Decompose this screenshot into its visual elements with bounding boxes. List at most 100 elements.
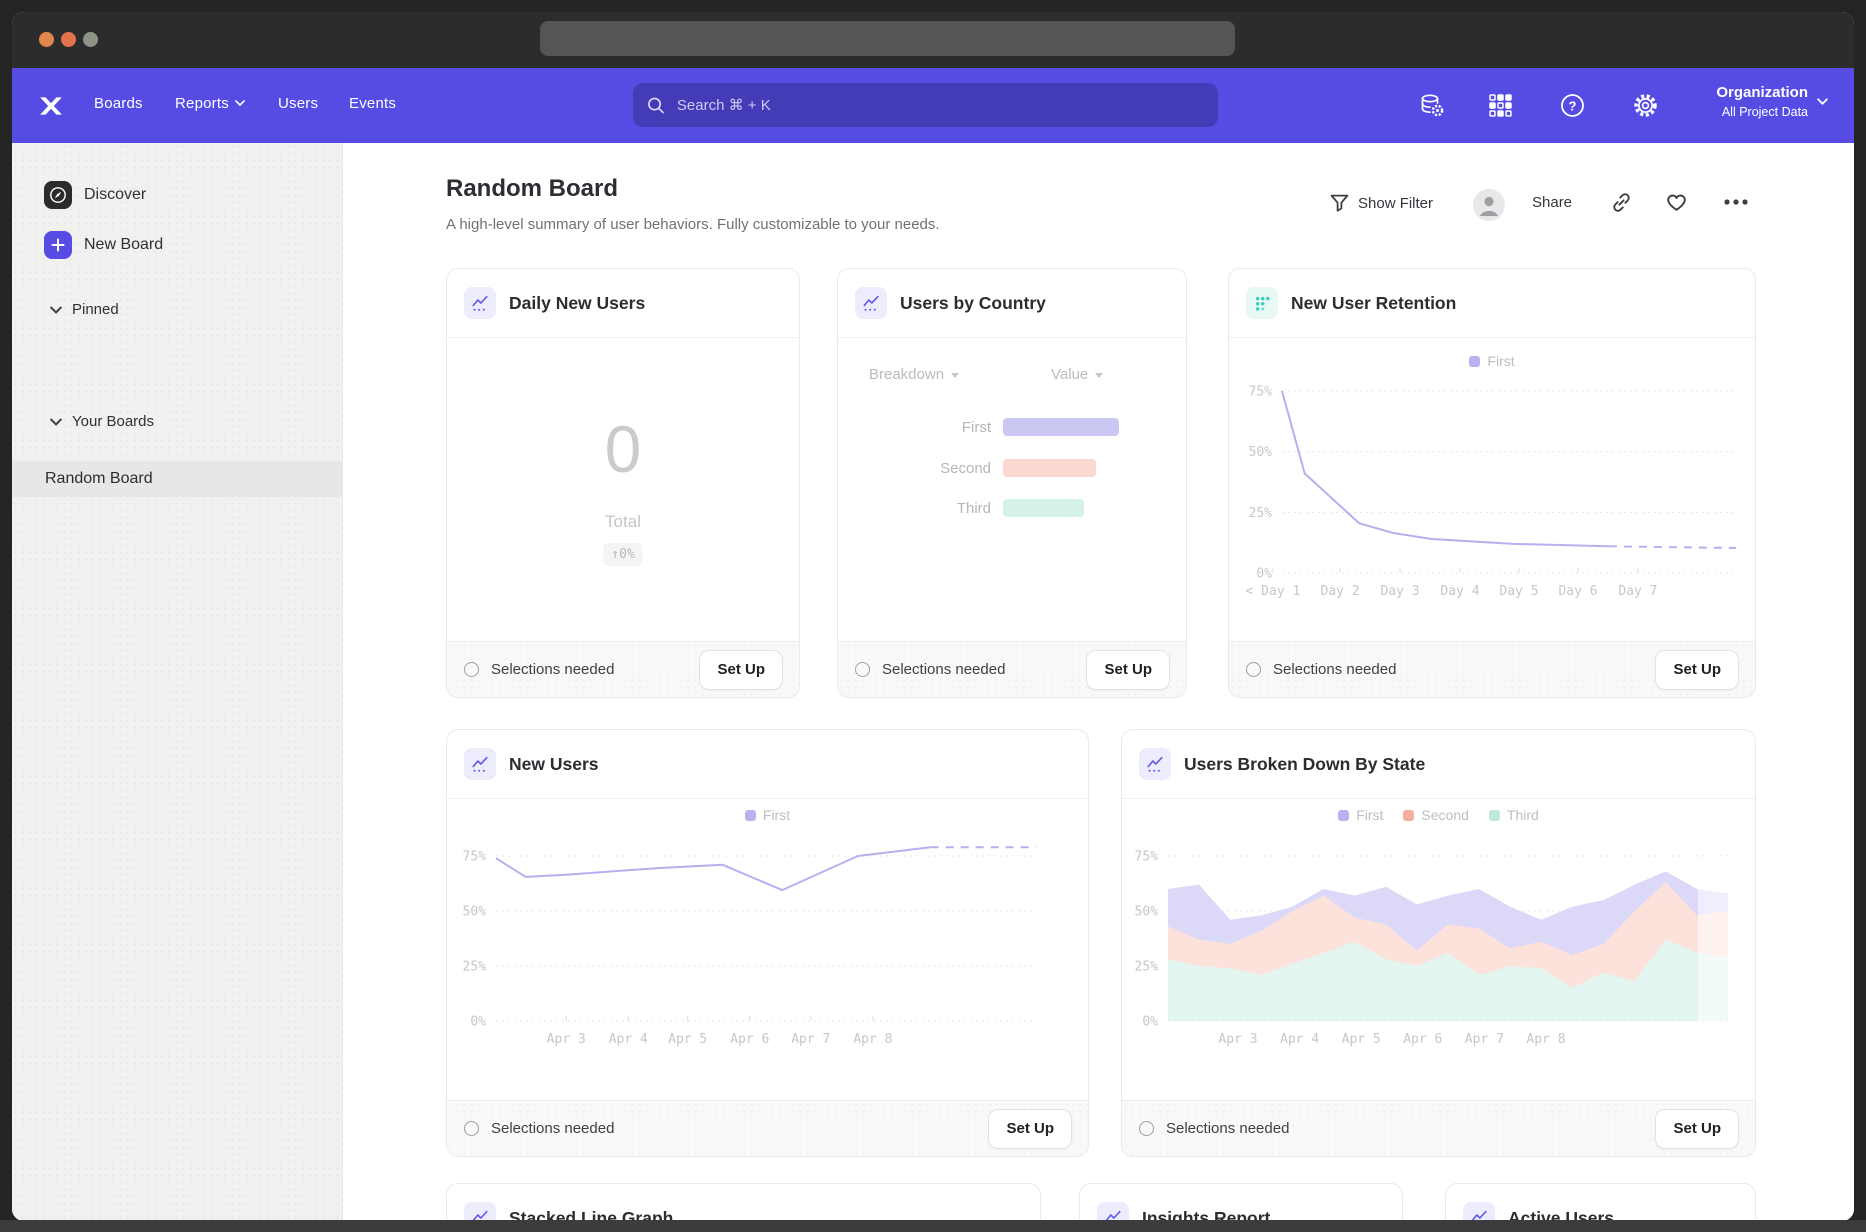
svg-text:25%: 25% [463, 960, 487, 975]
stacked-area-chart: 75%50%25%0%Apr 3Apr 4Apr 5Apr 6Apr 7Apr … [1122, 841, 1756, 1061]
svg-text:0%: 0% [1256, 567, 1272, 582]
card-users-by-state[interactable]: Users Broken Down By State First Second … [1121, 729, 1756, 1157]
svg-text:0%: 0% [1142, 1015, 1158, 1030]
chart-legend: First [447, 807, 1088, 823]
sidebar-item-discover[interactable]: Discover [12, 181, 374, 209]
compass-icon [44, 181, 72, 209]
svg-text:Day 4: Day 4 [1440, 584, 1479, 599]
set-up-button[interactable]: Set Up [1655, 650, 1739, 690]
board-canvas: Random Board A high-level summary of use… [343, 143, 1854, 1221]
card-active-users[interactable]: Active Users [1445, 1183, 1756, 1221]
svg-text:Day 2: Day 2 [1321, 584, 1360, 599]
svg-text:Day 5: Day 5 [1499, 584, 1538, 599]
line-chart-icon [1463, 1202, 1495, 1221]
svg-text:0%: 0% [470, 1015, 486, 1030]
value-dropdown[interactable]: Value [1051, 366, 1103, 383]
card-stacked-line-graph[interactable]: Stacked Line Graph [446, 1183, 1041, 1221]
svg-text:Apr 7: Apr 7 [1465, 1032, 1504, 1047]
svg-text:75%: 75% [1135, 850, 1159, 865]
set-up-button[interactable]: Set Up [699, 650, 783, 690]
org-project: All Project Data [1716, 104, 1808, 120]
status-icon [1139, 1121, 1154, 1136]
search-input[interactable] [675, 96, 1204, 115]
line-chart-icon [1097, 1202, 1129, 1221]
status-icon [464, 662, 479, 677]
desktop-edge [0, 1220, 1866, 1232]
svg-text:Apr 5: Apr 5 [668, 1032, 707, 1047]
metric-label: Total [447, 512, 799, 532]
nav-events[interactable]: Events [349, 95, 396, 112]
share-button[interactable]: Share [1532, 194, 1572, 211]
retention-line-chart: 75%50%25%0%< Day 1Day 2Day 3Day 4Day 5Da… [1229, 376, 1756, 606]
status-text: Selections needed [882, 661, 1005, 678]
close-button[interactable] [39, 32, 54, 47]
card-users-by-country[interactable]: Users by Country Breakdown Value First S… [837, 268, 1187, 698]
more-options-button[interactable] [1723, 198, 1749, 206]
show-filter-button[interactable]: Show Filter [1330, 194, 1433, 212]
svg-text:< Day 1: < Day 1 [1246, 584, 1301, 599]
line-chart-icon [855, 287, 887, 319]
line-chart-icon [464, 1202, 496, 1221]
global-search[interactable] [633, 83, 1218, 127]
card-title: Users by Country [900, 293, 1046, 314]
new-users-line-chart: 75%50%25%0%Apr 3Apr 4Apr 5Apr 6Apr 7Apr … [447, 841, 1089, 1061]
org-switcher[interactable]: Organization All Project Data [1716, 82, 1808, 120]
top-nav: Boards Reports Users Events [12, 68, 1854, 143]
svg-text:Apr 6: Apr 6 [730, 1032, 769, 1047]
sidebar-item-random-board[interactable]: Random Board [12, 461, 342, 497]
set-up-button[interactable]: Set Up [1086, 650, 1170, 690]
chevron-down-icon [50, 418, 62, 426]
set-up-button[interactable]: Set Up [988, 1109, 1072, 1149]
svg-text:25%: 25% [1249, 506, 1273, 521]
nav-users[interactable]: Users [278, 95, 318, 112]
status-text: Selections needed [1273, 661, 1396, 678]
svg-text:75%: 75% [1249, 385, 1273, 400]
svg-text:50%: 50% [1249, 445, 1273, 460]
bar-third [1003, 499, 1084, 517]
card-title: New Users [509, 754, 599, 775]
card-new-users[interactable]: New Users First 75%50%25%0%Apr 3Apr 4Apr… [446, 729, 1089, 1157]
svg-text:Apr 4: Apr 4 [1280, 1032, 1319, 1047]
minimize-button[interactable] [61, 32, 76, 47]
status-text: Selections needed [1166, 1120, 1289, 1137]
svg-text:Day 7: Day 7 [1618, 584, 1657, 599]
nav-reports[interactable]: Reports [175, 95, 245, 112]
sidebar-section-your-boards[interactable]: Your Boards [12, 413, 380, 430]
sidebar-section-pinned[interactable]: Pinned [12, 301, 380, 318]
avatar[interactable] [1473, 189, 1505, 221]
svg-text:Apr 3: Apr 3 [547, 1032, 586, 1047]
filter-icon [1330, 194, 1349, 212]
status-text: Selections needed [491, 661, 614, 678]
app-window: Boards Reports Users Events [12, 12, 1854, 1221]
chart-legend: First [1229, 353, 1755, 369]
nav-boards[interactable]: Boards [94, 95, 143, 112]
bar-label: Third [871, 500, 991, 517]
chevron-down-icon [951, 373, 959, 382]
zoom-button[interactable] [83, 32, 98, 47]
status-text: Selections needed [491, 1120, 614, 1137]
bar-label: Second [871, 460, 991, 477]
svg-text:Apr 3: Apr 3 [1218, 1032, 1257, 1047]
card-title: Users Broken Down By State [1184, 754, 1425, 775]
set-up-button[interactable]: Set Up [1655, 1109, 1739, 1149]
card-insights-report[interactable]: Insights Report [1079, 1183, 1403, 1221]
breakdown-dropdown[interactable]: Breakdown [869, 366, 959, 383]
data-settings-icon[interactable] [1419, 92, 1446, 119]
browser-address-bar[interactable] [540, 21, 1235, 56]
bar-second [1003, 459, 1096, 477]
sidebar-item-new-board[interactable]: New Board [12, 231, 374, 259]
help-icon[interactable]: ? [1559, 92, 1586, 119]
chart-legend: First Second Third [1122, 807, 1755, 823]
svg-text:Apr 8: Apr 8 [1526, 1032, 1565, 1047]
plus-icon [44, 231, 72, 259]
card-daily-new-users[interactable]: Daily New Users 0 Total ↑0% Selections n… [446, 268, 800, 698]
line-chart-icon [464, 748, 496, 780]
mixpanel-logo-icon[interactable] [38, 93, 64, 119]
svg-text:25%: 25% [1135, 960, 1159, 975]
card-title: New User Retention [1291, 293, 1456, 314]
favorite-button[interactable] [1665, 191, 1688, 212]
copy-link-button[interactable] [1611, 192, 1632, 213]
card-new-user-retention[interactable]: New User Retention First 75% 50% 25% 0% < Da… [1228, 268, 1756, 698]
apps-grid-icon[interactable] [1487, 92, 1514, 119]
gear-icon[interactable] [1632, 92, 1659, 119]
